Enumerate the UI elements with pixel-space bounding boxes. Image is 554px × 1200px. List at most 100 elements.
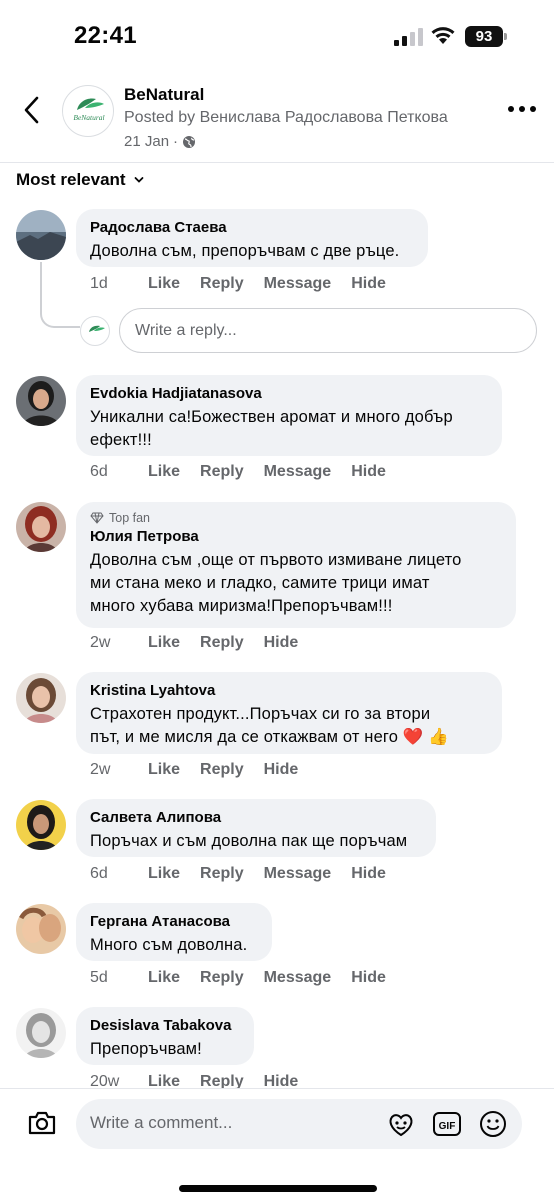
comment-line: Уникални са!Божествен аромат и много доб… (90, 408, 453, 426)
comment-bubble[interactable]: Гергана Атанасова Много съм доволна. (76, 903, 272, 961)
comment-actions: 6d Like Reply Message Hide (90, 865, 406, 883)
camera-button[interactable] (26, 1107, 58, 1139)
page-avatar[interactable]: BeNatural (62, 85, 114, 137)
comment-line: Доволна съм ,още от първото измиване лиц… (90, 551, 462, 569)
reply-avatar (80, 316, 110, 346)
page-name[interactable]: BeNatural (124, 85, 204, 105)
avatar[interactable] (16, 673, 66, 723)
hide-button[interactable]: Hide (264, 634, 299, 652)
avatar[interactable] (16, 1008, 66, 1058)
avatar[interactable] (16, 210, 66, 260)
comment-author[interactable]: Гергана Атанасова (90, 912, 258, 932)
back-button[interactable] (18, 95, 46, 125)
hide-button[interactable]: Hide (351, 969, 386, 987)
chevron-down-icon (134, 177, 143, 183)
comment-line: ефект!!! (90, 431, 152, 449)
post-date: 21 Jan (124, 133, 170, 150)
avatar[interactable] (16, 376, 66, 426)
more-options-button[interactable] (508, 99, 536, 119)
comment-bubble[interactable]: Kristina Lyahtova Страхотен продукт...По… (76, 672, 502, 754)
sort-dropdown[interactable]: Most relevant (16, 170, 144, 190)
reply-input[interactable]: Write a reply... (119, 308, 537, 353)
comment-text: Доволна съм ,още от първото измиване лиц… (90, 549, 502, 618)
home-indicator (179, 1185, 377, 1192)
globe-icon (183, 135, 196, 148)
avatar-sticker-icon (389, 1114, 413, 1137)
reply-button[interactable]: Reply (200, 865, 244, 883)
comment-time: 6d (90, 463, 108, 480)
reply-button[interactable]: Reply (200, 634, 244, 652)
like-button[interactable]: Like (148, 969, 180, 987)
comment-line: Доволна съм, препоръчвам с две ръце. (90, 242, 400, 260)
message-button[interactable]: Message (264, 275, 332, 293)
comment-input[interactable]: Write a comment... GIF (76, 1099, 522, 1149)
avatar[interactable] (16, 800, 66, 850)
comment-bubble[interactable]: Салвета Алипова Поръчах и съм доволна па… (76, 799, 436, 857)
comment-time: 2w (90, 634, 111, 651)
comment-author[interactable]: Салвета Алипова (90, 808, 422, 828)
avatar-image (16, 673, 66, 723)
reply-button[interactable]: Reply (200, 463, 244, 481)
like-button[interactable]: Like (148, 761, 180, 779)
like-button[interactable]: Like (148, 275, 180, 293)
message-button[interactable]: Message (264, 865, 332, 883)
status-time: 22:41 (74, 22, 137, 49)
message-button[interactable]: Message (264, 969, 332, 987)
more-dot (519, 106, 525, 112)
hide-button[interactable]: Hide (351, 275, 386, 293)
battery-icon: 93 (465, 26, 507, 47)
like-button[interactable]: Like (148, 865, 180, 883)
emoji-button[interactable] (478, 1109, 508, 1139)
reply-button[interactable]: Reply (200, 275, 244, 293)
comment-author[interactable]: Юлия Петрова (90, 527, 502, 547)
top-fan-label: Top fan (109, 511, 151, 525)
comment-actions: 2w Like Reply Hide (90, 634, 318, 652)
more-icon (508, 106, 514, 112)
comment-author[interactable]: Desislava Tabakova (90, 1016, 240, 1036)
comment-author[interactable]: Evdokia Hadjiatanasova (90, 384, 488, 404)
comment-actions: 2w Like Reply Hide (90, 761, 318, 779)
comment-composer: Write a comment... GIF (0, 1088, 554, 1200)
comment-bubble[interactable]: Evdokia Hadjiatanasova Уникални са!Божес… (76, 375, 502, 456)
reply-placeholder: Write a reply... (135, 322, 237, 339)
comment-line: Много съм доволна. (90, 936, 248, 954)
top-fan-badge: Top fan (90, 511, 502, 525)
comment-bubble[interactable]: Радослава Стаева Доволна съм, препоръчва… (76, 209, 428, 267)
comment-bubble[interactable]: Top fan Юлия Петрова Доволна съм ,още от… (76, 502, 516, 628)
comment-time: 2w (90, 761, 111, 778)
comment-time: 6d (90, 865, 108, 882)
avatar-image (16, 904, 66, 954)
logo-text: BeNatural (73, 113, 104, 122)
battery-level: 93 (465, 26, 503, 47)
hide-button[interactable]: Hide (351, 865, 386, 883)
like-button[interactable]: Like (148, 463, 180, 481)
message-button[interactable]: Message (264, 463, 332, 481)
comment-text: Доволна съм, препоръчвам с две ръце. (90, 240, 414, 263)
hide-button[interactable]: Hide (264, 761, 299, 779)
like-button[interactable]: Like (148, 634, 180, 652)
emoji-icon (480, 1111, 506, 1137)
avatar[interactable] (16, 904, 66, 954)
post-meta: 21 Jan · (124, 133, 196, 150)
hide-button[interactable]: Hide (351, 463, 386, 481)
reply-button[interactable]: Reply (200, 761, 244, 779)
avatar-sticker-button[interactable] (386, 1109, 416, 1139)
comment-time: 1d (90, 275, 108, 292)
comment-text: Поръчах и съм доволна пак ще поръчам (90, 830, 422, 853)
reply-button[interactable]: Reply (200, 969, 244, 987)
battery-tip (504, 33, 507, 40)
comment-line: Препоръчвам! (90, 1040, 202, 1058)
benatural-logo (89, 325, 105, 332)
cellular-signal-icon (394, 28, 423, 46)
post-header: BeNatural BeNatural Posted by Венислава … (0, 75, 554, 163)
wifi-icon (431, 27, 455, 44)
comment-bubble[interactable]: Desislava Tabakova Препоръчвам! (76, 1007, 254, 1065)
camera-icon (28, 1111, 56, 1135)
reply-thread-line (40, 262, 80, 328)
comment-author[interactable]: Радослава Стаева (90, 218, 414, 238)
comment-author[interactable]: Kristina Lyahtova (90, 681, 488, 701)
avatar[interactable] (16, 502, 66, 552)
comment-actions: 5d Like Reply Message Hide (90, 969, 406, 987)
gif-button[interactable]: GIF (432, 1109, 462, 1139)
posted-by: Posted by Венислава Радославова Петкова (124, 109, 448, 126)
